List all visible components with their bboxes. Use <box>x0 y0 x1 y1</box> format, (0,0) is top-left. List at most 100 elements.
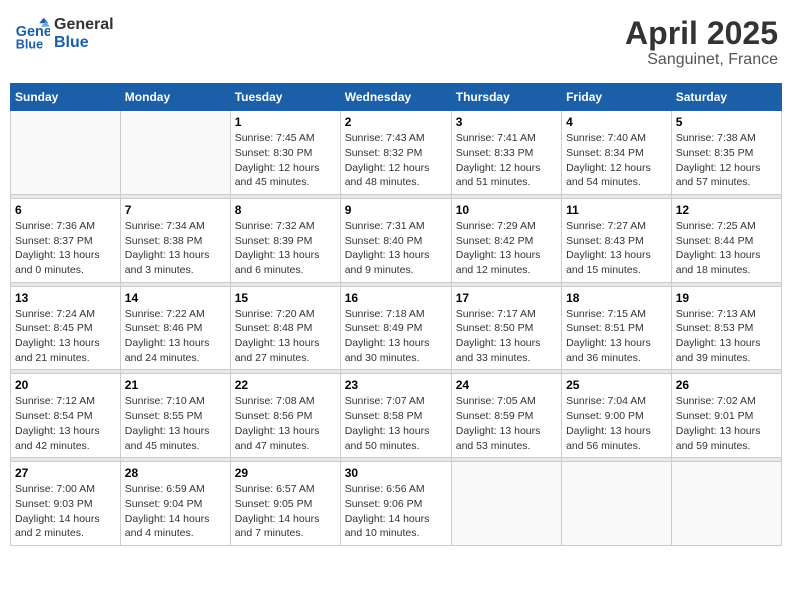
day-number: 28 <box>125 466 226 480</box>
calendar-header-row: SundayMondayTuesdayWednesdayThursdayFrid… <box>11 84 782 111</box>
day-number: 20 <box>15 378 116 392</box>
calendar-cell: 3 Sunrise: 7:41 AM Sunset: 8:33 PM Daylig… <box>451 111 561 195</box>
calendar-table: SundayMondayTuesdayWednesdayThursdayFrid… <box>10 83 782 546</box>
calendar-cell: 8Sunrise: 7:32 AM Sunset: 8:39 PM Daylig… <box>230 198 340 282</box>
day-info: Sunrise: 7:04 AM Sunset: 9:00 PM Dayligh… <box>566 394 667 453</box>
day-number: 17 <box>456 291 557 305</box>
day-info: Sunrise: 7:43 AM Sunset: 8:32 PM Dayligh… <box>345 131 447 190</box>
calendar-cell <box>120 111 230 195</box>
day-number: 30 <box>345 466 447 480</box>
logo-line2: Blue <box>54 34 114 52</box>
day-info: Sunrise: 7:34 AM Sunset: 8:38 PM Dayligh… <box>125 219 226 278</box>
calendar-cell: 19 Sunrise: 7:13 AM Sunset: 8:53 PM Dayli… <box>671 286 781 370</box>
weekday-header: Wednesday <box>340 84 451 111</box>
day-number: 5 <box>676 115 777 129</box>
logo-line1: General <box>54 16 114 34</box>
calendar-cell: 7Sunrise: 7:34 AM Sunset: 8:38 PM Daylig… <box>120 198 230 282</box>
day-number: 26 <box>676 378 777 392</box>
calendar-cell: 30Sunrise: 6:56 AM Sunset: 9:06 PM Dayli… <box>340 462 451 546</box>
weekday-header: Thursday <box>451 84 561 111</box>
day-info: Sunrise: 7:07 AM Sunset: 8:58 PM Dayligh… <box>345 394 447 453</box>
day-number: 16 <box>345 291 447 305</box>
day-number: 19 <box>676 291 777 305</box>
day-info: Sunrise: 7:40 AM Sunset: 8:34 PM Dayligh… <box>566 131 667 190</box>
day-number: 15 <box>235 291 336 305</box>
day-info: Sunrise: 7:18 AM Sunset: 8:49 PM Dayligh… <box>345 307 447 366</box>
day-number: 4 <box>566 115 667 129</box>
day-number: 24 <box>456 378 557 392</box>
calendar-cell: 21 Sunrise: 7:10 AM Sunset: 8:55 PM Dayli… <box>120 374 230 458</box>
day-info: Sunrise: 7:45 AM Sunset: 8:30 PM Dayligh… <box>235 131 336 190</box>
calendar-cell: 22 Sunrise: 7:08 AM Sunset: 8:56 PM Dayli… <box>230 374 340 458</box>
svg-text:Blue: Blue <box>16 37 43 51</box>
day-info: Sunrise: 7:20 AM Sunset: 8:48 PM Dayligh… <box>235 307 336 366</box>
day-number: 22 <box>235 378 336 392</box>
day-number: 21 <box>125 378 226 392</box>
calendar-cell: 1 Sunrise: 7:45 AM Sunset: 8:30 PM Daylig… <box>230 111 340 195</box>
day-info: Sunrise: 7:05 AM Sunset: 8:59 PM Dayligh… <box>456 394 557 453</box>
day-info: Sunrise: 7:15 AM Sunset: 8:51 PM Dayligh… <box>566 307 667 366</box>
calendar-cell: 14Sunrise: 7:22 AM Sunset: 8:46 PM Dayli… <box>120 286 230 370</box>
day-number: 2 <box>345 115 447 129</box>
calendar-cell: 17 Sunrise: 7:17 AM Sunset: 8:50 PM Dayli… <box>451 286 561 370</box>
day-info: Sunrise: 7:38 AM Sunset: 8:35 PM Dayligh… <box>676 131 777 190</box>
calendar-cell <box>451 462 561 546</box>
calendar-week-row: 27Sunrise: 7:00 AM Sunset: 9:03 PM Dayli… <box>11 462 782 546</box>
calendar-cell: 18 Sunrise: 7:15 AM Sunset: 8:51 PM Dayli… <box>562 286 672 370</box>
calendar-cell: 23 Sunrise: 7:07 AM Sunset: 8:58 PM Dayli… <box>340 374 451 458</box>
calendar-cell: 11 Sunrise: 7:27 AM Sunset: 8:43 PM Dayli… <box>562 198 672 282</box>
calendar-cell: 4 Sunrise: 7:40 AM Sunset: 8:34 PM Daylig… <box>562 111 672 195</box>
month-title: April 2025 <box>625 16 778 51</box>
calendar-cell <box>11 111 121 195</box>
title-block: April 2025 Sanguinet, France <box>625 16 778 69</box>
location-title: Sanguinet, France <box>625 51 778 69</box>
calendar-cell: 26Sunrise: 7:02 AM Sunset: 9:01 PM Dayli… <box>671 374 781 458</box>
calendar-cell: 2 Sunrise: 7:43 AM Sunset: 8:32 PM Daylig… <box>340 111 451 195</box>
day-number: 10 <box>456 203 557 217</box>
calendar-cell: 15 Sunrise: 7:20 AM Sunset: 8:48 PM Dayli… <box>230 286 340 370</box>
day-number: 23 <box>345 378 447 392</box>
weekday-header: Friday <box>562 84 672 111</box>
day-info: Sunrise: 7:24 AM Sunset: 8:45 PM Dayligh… <box>15 307 116 366</box>
day-number: 14 <box>125 291 226 305</box>
day-info: Sunrise: 7:27 AM Sunset: 8:43 PM Dayligh… <box>566 219 667 278</box>
calendar-cell: 20 Sunrise: 7:12 AM Sunset: 8:54 PM Dayli… <box>11 374 121 458</box>
day-number: 9 <box>345 203 447 217</box>
day-number: 6 <box>15 203 116 217</box>
logo-icon: General Blue <box>14 16 50 52</box>
calendar-cell <box>562 462 672 546</box>
day-info: Sunrise: 6:59 AM Sunset: 9:04 PM Dayligh… <box>125 482 226 541</box>
calendar-week-row: 20 Sunrise: 7:12 AM Sunset: 8:54 PM Dayli… <box>11 374 782 458</box>
day-number: 1 <box>235 115 336 129</box>
day-info: Sunrise: 7:32 AM Sunset: 8:39 PM Dayligh… <box>235 219 336 278</box>
calendar-cell: 24 Sunrise: 7:05 AM Sunset: 8:59 PM Dayli… <box>451 374 561 458</box>
day-info: Sunrise: 7:41 AM Sunset: 8:33 PM Dayligh… <box>456 131 557 190</box>
day-number: 3 <box>456 115 557 129</box>
logo: General Blue General Blue <box>14 16 114 52</box>
day-number: 29 <box>235 466 336 480</box>
day-info: Sunrise: 7:13 AM Sunset: 8:53 PM Dayligh… <box>676 307 777 366</box>
day-info: Sunrise: 7:12 AM Sunset: 8:54 PM Dayligh… <box>15 394 116 453</box>
weekday-header: Saturday <box>671 84 781 111</box>
calendar-cell: 5 Sunrise: 7:38 AM Sunset: 8:35 PM Daylig… <box>671 111 781 195</box>
calendar-cell: 12Sunrise: 7:25 AM Sunset: 8:44 PM Dayli… <box>671 198 781 282</box>
day-info: Sunrise: 7:08 AM Sunset: 8:56 PM Dayligh… <box>235 394 336 453</box>
calendar-cell: 28 Sunrise: 6:59 AM Sunset: 9:04 PM Dayli… <box>120 462 230 546</box>
calendar-cell: 13 Sunrise: 7:24 AM Sunset: 8:45 PM Dayli… <box>11 286 121 370</box>
day-number: 11 <box>566 203 667 217</box>
day-info: Sunrise: 7:10 AM Sunset: 8:55 PM Dayligh… <box>125 394 226 453</box>
calendar-cell: 6Sunrise: 7:36 AM Sunset: 8:37 PM Daylig… <box>11 198 121 282</box>
day-info: Sunrise: 7:17 AM Sunset: 8:50 PM Dayligh… <box>456 307 557 366</box>
calendar-cell <box>671 462 781 546</box>
day-number: 13 <box>15 291 116 305</box>
day-info: Sunrise: 7:29 AM Sunset: 8:42 PM Dayligh… <box>456 219 557 278</box>
calendar-week-row: 1 Sunrise: 7:45 AM Sunset: 8:30 PM Daylig… <box>11 111 782 195</box>
day-number: 12 <box>676 203 777 217</box>
day-info: Sunrise: 7:31 AM Sunset: 8:40 PM Dayligh… <box>345 219 447 278</box>
calendar-cell: 10 Sunrise: 7:29 AM Sunset: 8:42 PM Dayli… <box>451 198 561 282</box>
calendar-cell: 29Sunrise: 6:57 AM Sunset: 9:05 PM Dayli… <box>230 462 340 546</box>
calendar-cell: 16 Sunrise: 7:18 AM Sunset: 8:49 PM Dayli… <box>340 286 451 370</box>
day-number: 18 <box>566 291 667 305</box>
day-number: 25 <box>566 378 667 392</box>
calendar-week-row: 6Sunrise: 7:36 AM Sunset: 8:37 PM Daylig… <box>11 198 782 282</box>
